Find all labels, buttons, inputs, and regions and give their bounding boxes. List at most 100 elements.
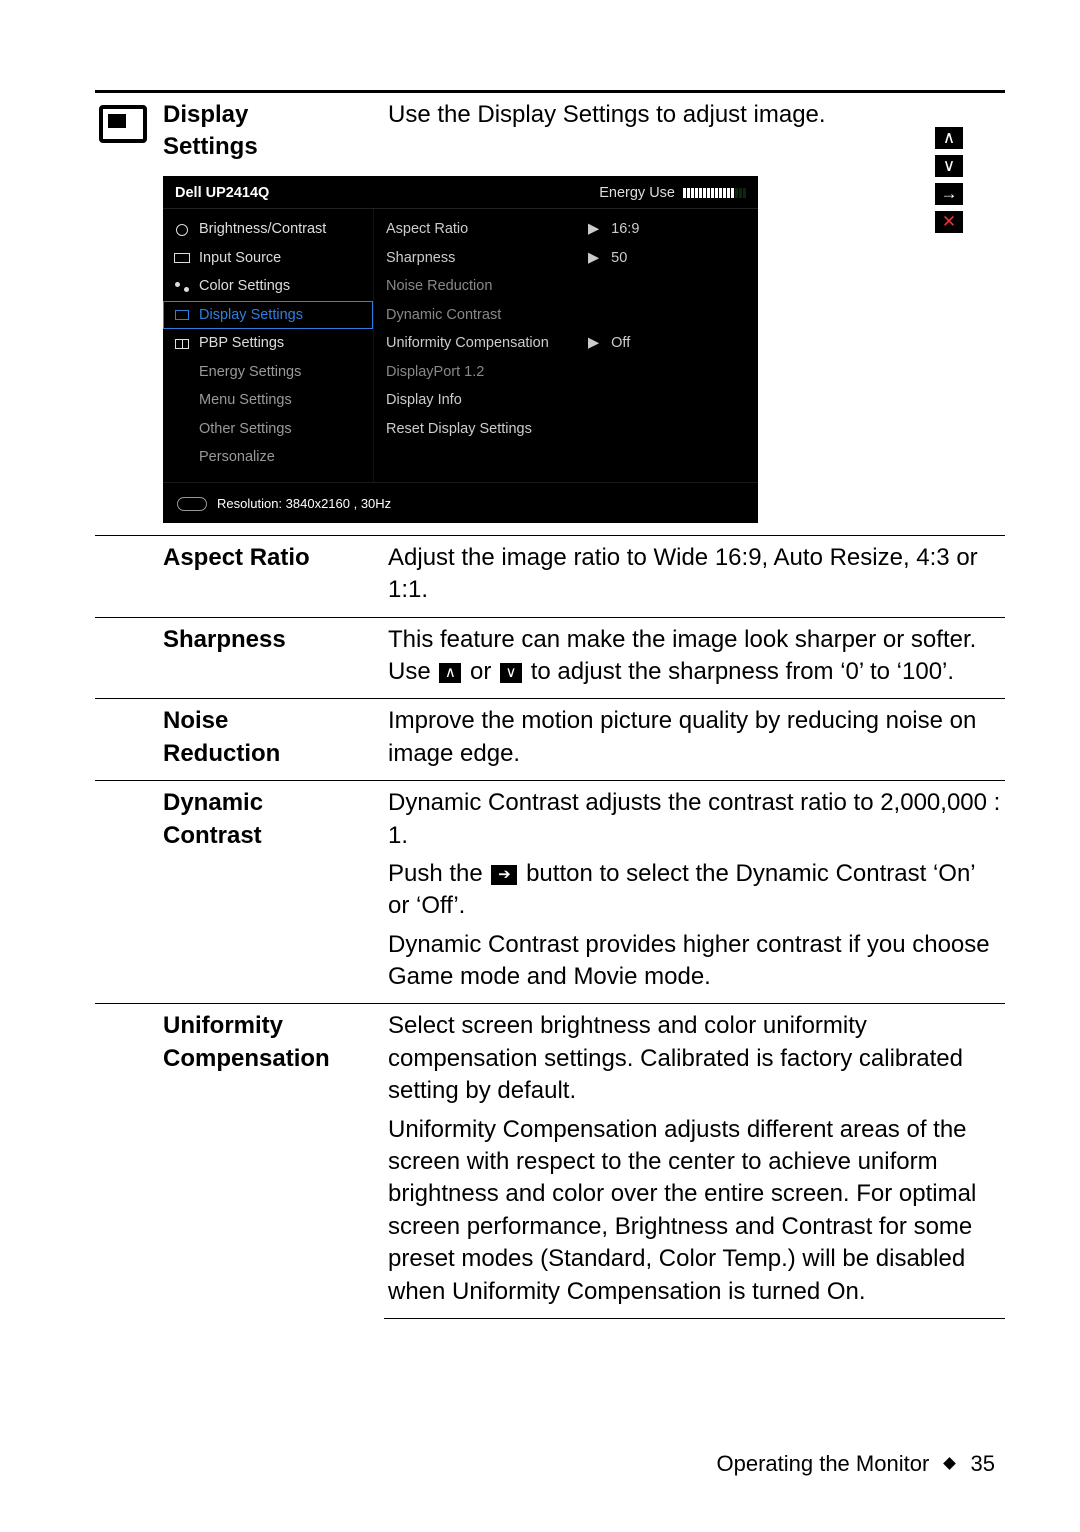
osd-opt-reset[interactable]: Reset Display Settings bbox=[374, 415, 758, 444]
osd-side-buttons: ∧ ∨ → ✕ bbox=[935, 127, 963, 233]
osd-nav-color[interactable]: Color Settings bbox=[163, 272, 373, 301]
sharpness-seg3: to adjust the sharpness from ‘0’ to ‘100… bbox=[524, 658, 954, 685]
page-root: Display Settings Use the Display Setting… bbox=[0, 0, 1080, 1532]
osd-nav-pbp-label: PBP Settings bbox=[199, 336, 284, 351]
osd-nav-display[interactable]: Display Settings bbox=[163, 301, 373, 330]
osd-nav-menu-label: Menu Settings bbox=[199, 393, 292, 408]
osd-opt-dyncon-k: Dynamic Contrast bbox=[386, 308, 576, 323]
osd-nav-display-label: Display Settings bbox=[199, 308, 303, 323]
page-number: 35 bbox=[971, 1451, 995, 1476]
page-footer: Operating the Monitor 35 bbox=[716, 1451, 995, 1477]
display-icon bbox=[173, 308, 191, 322]
osd-nav-energy[interactable]: Energy Settings bbox=[163, 358, 373, 387]
caret-right-icon: ▶ bbox=[588, 251, 599, 266]
osd-opt-aspect[interactable]: Aspect Ratio ▶ 16:9 bbox=[374, 215, 758, 244]
label-l1: Display bbox=[163, 101, 248, 128]
osd-opt-dp12[interactable]: DisplayPort 1.2 bbox=[374, 358, 758, 387]
osd-opt-noise-k: Noise Reduction bbox=[386, 279, 576, 294]
display-settings-desc-cell: Use the Display Settings to adjust image… bbox=[384, 92, 1005, 174]
osd-nav-brightness[interactable]: Brightness/Contrast bbox=[163, 215, 373, 244]
sharpness-seg2: or bbox=[463, 658, 498, 685]
osd-opt-sharpness-k: Sharpness bbox=[386, 251, 576, 266]
osd-nav: Brightness/Contrast Input Source Color S… bbox=[163, 209, 373, 482]
osd-nav-menu[interactable]: Menu Settings bbox=[163, 386, 373, 415]
monitor-icon bbox=[99, 105, 147, 143]
dyncon-label-l1: Dynamic bbox=[163, 789, 263, 816]
settings-table: Display Settings Use the Display Setting… bbox=[95, 90, 1005, 1319]
label-l2: Settings bbox=[163, 133, 258, 160]
display-settings-desc: Use the Display Settings to adjust image… bbox=[388, 101, 826, 128]
input-icon bbox=[173, 251, 191, 265]
uniformity-p1: Select screen brightness and color unifo… bbox=[388, 1010, 1001, 1107]
osd-opt-uniformity-v: Off bbox=[611, 336, 630, 351]
uniformity-label-l1: Uniformity bbox=[163, 1012, 283, 1039]
up-button[interactable]: ∧ bbox=[935, 127, 963, 149]
osd-footer: Resolution: 3840x2160 , 30Hz bbox=[163, 482, 758, 523]
osd-options: Aspect Ratio ▶ 16:9 Sharpness ▶ 50 Noise Red… bbox=[373, 209, 758, 482]
noise-label-l2: Reduction bbox=[163, 740, 280, 767]
row-sharpness: Sharpness This feature can make the imag… bbox=[95, 617, 1005, 699]
osd-opt-reset-k: Reset Display Settings bbox=[386, 422, 576, 437]
osd-opt-info[interactable]: Display Info bbox=[374, 386, 758, 415]
noise-desc: Improve the motion picture quality by re… bbox=[384, 699, 1005, 781]
sharpness-label: Sharpness bbox=[159, 617, 384, 699]
row-aspect-ratio: Aspect Ratio Adjust the image ratio to W… bbox=[95, 535, 1005, 617]
osd-opt-dp12-k: DisplayPort 1.2 bbox=[386, 365, 576, 380]
blank-icon bbox=[173, 451, 191, 465]
osd-nav-other[interactable]: Other Settings bbox=[163, 415, 373, 444]
osd-nav-other-label: Other Settings bbox=[199, 422, 292, 437]
right-arrow-icon: ➔ bbox=[491, 865, 517, 885]
sharpness-desc: This feature can make the image look sha… bbox=[384, 617, 1005, 699]
display-settings-label: Display Settings bbox=[159, 92, 384, 174]
color-icon bbox=[173, 280, 191, 294]
dyncon-p3: Dynamic Contrast provides higher contras… bbox=[388, 929, 1001, 994]
osd-nav-input[interactable]: Input Source bbox=[163, 244, 373, 273]
osd-nav-energy-label: Energy Settings bbox=[199, 365, 301, 380]
osd-energy-label: Energy Use bbox=[599, 186, 675, 201]
osd-cell: Dell UP2414Q Energy Use Brightness/Contr… bbox=[159, 174, 1005, 536]
osd-footer-res: Resolution: 3840x2160 , 30Hz bbox=[217, 497, 391, 510]
resolution-icon bbox=[177, 497, 207, 511]
dyncon-desc: Dynamic Contrast adjusts the contrast ra… bbox=[384, 781, 1005, 1004]
uniformity-desc: Select screen brightness and color unifo… bbox=[384, 1004, 1005, 1319]
aspect-ratio-label: Aspect Ratio bbox=[159, 535, 384, 617]
blank-icon bbox=[173, 422, 191, 436]
osd-opt-dyncon[interactable]: Dynamic Contrast bbox=[374, 301, 758, 330]
osd-opt-aspect-k: Aspect Ratio bbox=[386, 222, 576, 237]
diamond-icon bbox=[944, 1457, 957, 1470]
osd-opt-info-k: Display Info bbox=[386, 393, 576, 408]
osd-opt-sharpness[interactable]: Sharpness ▶ 50 bbox=[374, 244, 758, 273]
osd-opt-sharpness-v: 50 bbox=[611, 251, 627, 266]
aspect-ratio-desc: Adjust the image ratio to Wide 16:9, Aut… bbox=[384, 535, 1005, 617]
caret-right-icon: ▶ bbox=[588, 336, 599, 351]
blank-icon bbox=[173, 394, 191, 408]
osd-nav-color-label: Color Settings bbox=[199, 279, 290, 294]
osd-opt-noise[interactable]: Noise Reduction bbox=[374, 272, 758, 301]
row-dynamic-contrast: Dynamic Contrast Dynamic Contrast adjust… bbox=[95, 781, 1005, 1004]
osd-nav-personalize[interactable]: Personalize bbox=[163, 443, 373, 472]
osd-opt-uniformity[interactable]: Uniformity Compensation ▶ Off bbox=[374, 329, 758, 358]
osd-header: Dell UP2414Q Energy Use bbox=[163, 176, 758, 210]
osd-nav-pbp[interactable]: PBP Settings bbox=[163, 329, 373, 358]
dyncon-label: Dynamic Contrast bbox=[159, 781, 384, 1004]
dyncon-p1: Dynamic Contrast adjusts the contrast ra… bbox=[388, 787, 1001, 852]
osd-energy: Energy Use bbox=[599, 186, 746, 201]
close-button[interactable]: ✕ bbox=[935, 211, 963, 233]
down-icon: ∨ bbox=[500, 663, 522, 683]
osd-nav-input-label: Input Source bbox=[199, 251, 281, 266]
osd-brand: Dell UP2414Q bbox=[175, 186, 269, 201]
uniformity-label-l2: Compensation bbox=[163, 1045, 330, 1072]
osd-body: Brightness/Contrast Input Source Color S… bbox=[163, 209, 758, 482]
uniformity-p2: Uniformity Compensation adjusts differen… bbox=[388, 1114, 1001, 1308]
osd-nav-personalize-label: Personalize bbox=[199, 450, 275, 465]
enter-button[interactable]: → bbox=[935, 183, 963, 205]
osd-opt-uniformity-k: Uniformity Compensation bbox=[386, 336, 576, 351]
dyncon-label-l2: Contrast bbox=[163, 822, 262, 849]
osd-opt-aspect-v: 16:9 bbox=[611, 222, 639, 237]
noise-label-l1: Noise bbox=[163, 707, 228, 734]
down-button[interactable]: ∨ bbox=[935, 155, 963, 177]
display-settings-icon-cell bbox=[95, 92, 159, 536]
row-display-settings: Display Settings Use the Display Setting… bbox=[95, 92, 1005, 174]
caret-right-icon: ▶ bbox=[588, 222, 599, 237]
osd-nav-brightness-label: Brightness/Contrast bbox=[199, 222, 326, 237]
